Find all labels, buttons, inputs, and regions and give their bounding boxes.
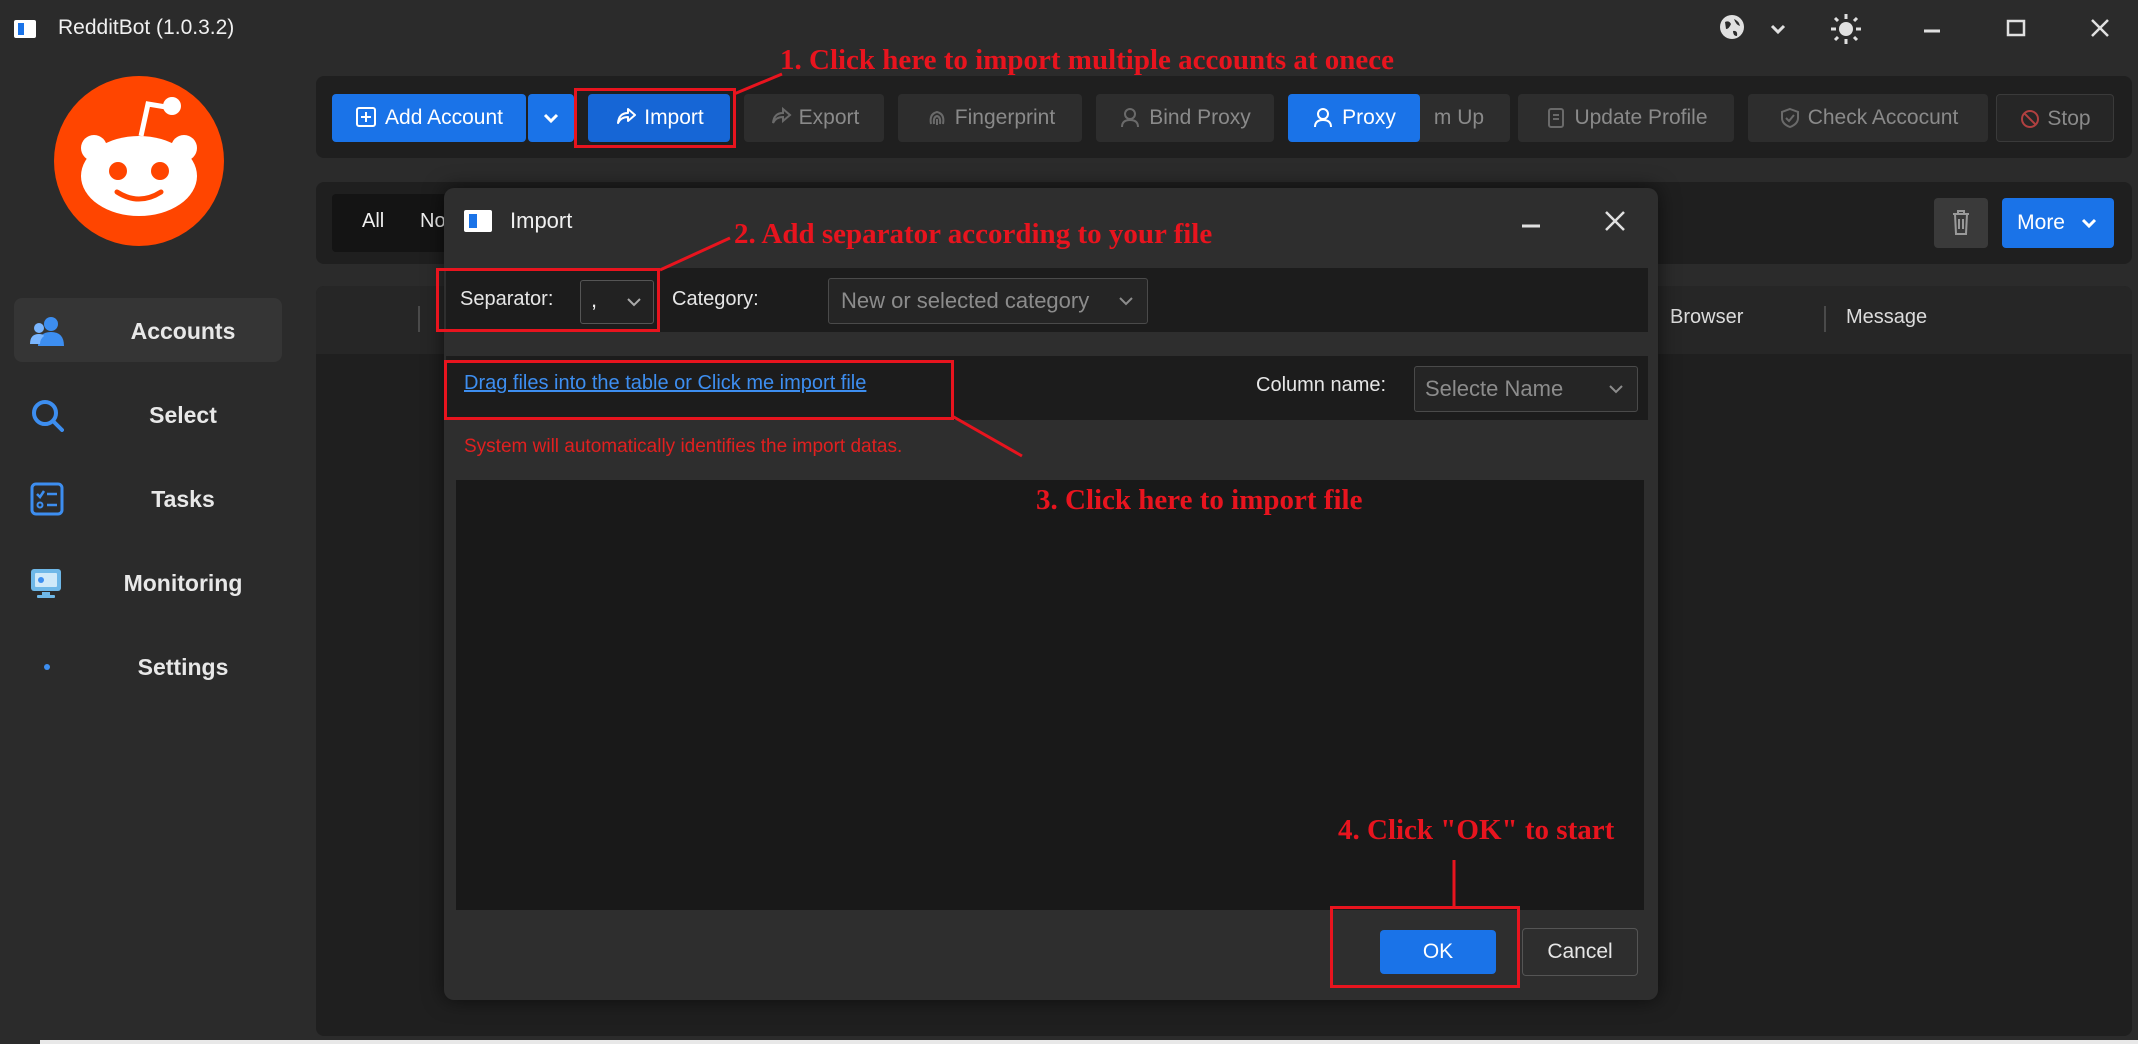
bind-proxy-button[interactable]: Bind Proxy	[1096, 94, 1274, 142]
export-button[interactable]: Export	[744, 94, 884, 142]
stop-label: Stop	[2047, 107, 2091, 130]
column-header-message[interactable]: Message	[1846, 306, 1927, 329]
chevron-down-icon	[1609, 385, 1623, 394]
app-title: RedditBot (1.0.3.2)	[58, 16, 235, 39]
check-account-button[interactable]: Check Accocunt	[1748, 94, 1988, 142]
step2-highlight-box	[436, 268, 660, 332]
trash-icon	[1953, 210, 1969, 235]
proxy-label: Proxy	[1342, 106, 1396, 129]
annotation-step4: 4. Click "OK" to start	[1338, 814, 1615, 846]
annotation-step1-pointer	[733, 72, 783, 96]
proxy-button[interactable]: Proxy	[1288, 94, 1420, 142]
warm-up-button[interactable]: m Up	[1408, 94, 1510, 142]
warm-up-label: m Up	[1433, 106, 1485, 129]
check-account-label: Check Accocunt	[1807, 106, 1959, 129]
category-placeholder: New or selected category	[841, 288, 1090, 313]
user-link-icon	[1121, 108, 1140, 128]
add-account-button[interactable]: Add Account	[332, 94, 526, 142]
category-select[interactable]: New or selected category	[828, 278, 1148, 324]
step3-highlight-box	[444, 360, 954, 420]
sidebar-item-label: Accounts	[130, 318, 236, 344]
reddit-logo	[54, 76, 224, 246]
monitoring-icon	[30, 566, 64, 600]
more-button[interactable]: More	[2002, 198, 2114, 248]
chevron-down-icon	[543, 114, 559, 124]
add-icon	[356, 107, 377, 128]
cancel-button[interactable]: Cancel	[1522, 928, 1638, 976]
sidebar-item-label: Monitoring	[123, 570, 243, 596]
shield-check-icon	[1780, 108, 1799, 129]
update-profile-label: Update Profile	[1574, 106, 1708, 129]
column-divider	[418, 306, 420, 332]
profile-icon	[1548, 108, 1565, 129]
settings-icon	[30, 650, 64, 684]
filter-tab-all[interactable]: All	[362, 210, 384, 233]
delete-button[interactable]	[1934, 198, 1988, 248]
annotation-step3-pointer	[951, 414, 1023, 458]
dialog-app-icon	[464, 210, 492, 232]
chevron-down-icon	[2081, 219, 2096, 229]
tasks-icon	[30, 482, 64, 516]
sun-icon[interactable]	[1826, 12, 1866, 48]
annotation-step3: 3. Click here to import file	[1036, 484, 1363, 516]
export-label: Export	[798, 106, 860, 129]
column-name-placeholder: Selecte Name	[1425, 376, 1564, 401]
sidebar-item-label: Settings	[137, 654, 229, 680]
add-account-dropdown-button[interactable]	[528, 94, 574, 142]
annotation-step4-pointer	[1452, 860, 1456, 906]
update-profile-button[interactable]: Update Profile	[1518, 94, 1734, 142]
step4-highlight-box	[1330, 906, 1520, 988]
dialog-title: Import	[510, 208, 573, 233]
sidebar-item-accounts[interactable]: Accounts	[14, 298, 282, 362]
annotation-step2-pointer	[659, 236, 731, 272]
filter-tab-partial[interactable]: No	[420, 210, 446, 233]
more-label: More	[2017, 211, 2065, 234]
bind-proxy-label: Bind Proxy	[1149, 106, 1251, 129]
minimize-icon[interactable]	[1912, 12, 1952, 48]
fingerprint-label: Fingerprint	[954, 106, 1056, 129]
sidebar-item-label: Tasks	[151, 486, 215, 512]
column-name-label: Column name:	[1256, 374, 1387, 396]
user-icon	[1314, 108, 1333, 128]
dialog-close-icon[interactable]	[1600, 206, 1630, 236]
fingerprint-button[interactable]: Fingerprint	[898, 94, 1082, 142]
export-icon	[771, 107, 792, 124]
cancel-label: Cancel	[1547, 940, 1613, 963]
app-icon	[14, 20, 36, 38]
annotation-step1: 1. Click here to import multiple account…	[780, 44, 1395, 76]
stop-icon	[2021, 110, 2040, 129]
maximize-icon[interactable]	[1996, 12, 2036, 48]
annotation-step2: 2. Add separator according to your file	[734, 218, 1213, 250]
globe-icon[interactable]	[1712, 12, 1752, 48]
step1-highlight-box	[574, 88, 736, 148]
bottom-edge	[40, 1040, 2138, 1044]
accounts-icon	[30, 314, 64, 348]
column-name-select[interactable]: Selecte Name	[1414, 366, 1638, 412]
sidebar-item-select[interactable]: Select	[14, 382, 282, 446]
category-label: Category:	[672, 288, 759, 310]
add-account-label: Add Account	[385, 106, 503, 129]
search-icon	[30, 398, 64, 432]
auto-identify-info: System will automatically identifies the…	[464, 436, 903, 457]
sidebar-item-tasks[interactable]: Tasks	[14, 466, 282, 530]
chevron-down-icon	[1119, 297, 1133, 306]
fingerprint-icon	[929, 111, 945, 126]
language-chevron-down-icon[interactable]	[1758, 12, 1798, 48]
column-divider	[1824, 306, 1826, 332]
sidebar-item-label: Select	[149, 402, 217, 428]
close-icon[interactable]	[2080, 12, 2120, 48]
dialog-minimize-icon[interactable]	[1516, 206, 1546, 236]
stop-button[interactable]: Stop	[1996, 94, 2114, 142]
sidebar-item-monitoring[interactable]: Monitoring	[14, 550, 282, 614]
sidebar-item-settings[interactable]: Settings	[14, 634, 282, 698]
column-header-browser[interactable]: Browser	[1670, 306, 1743, 329]
